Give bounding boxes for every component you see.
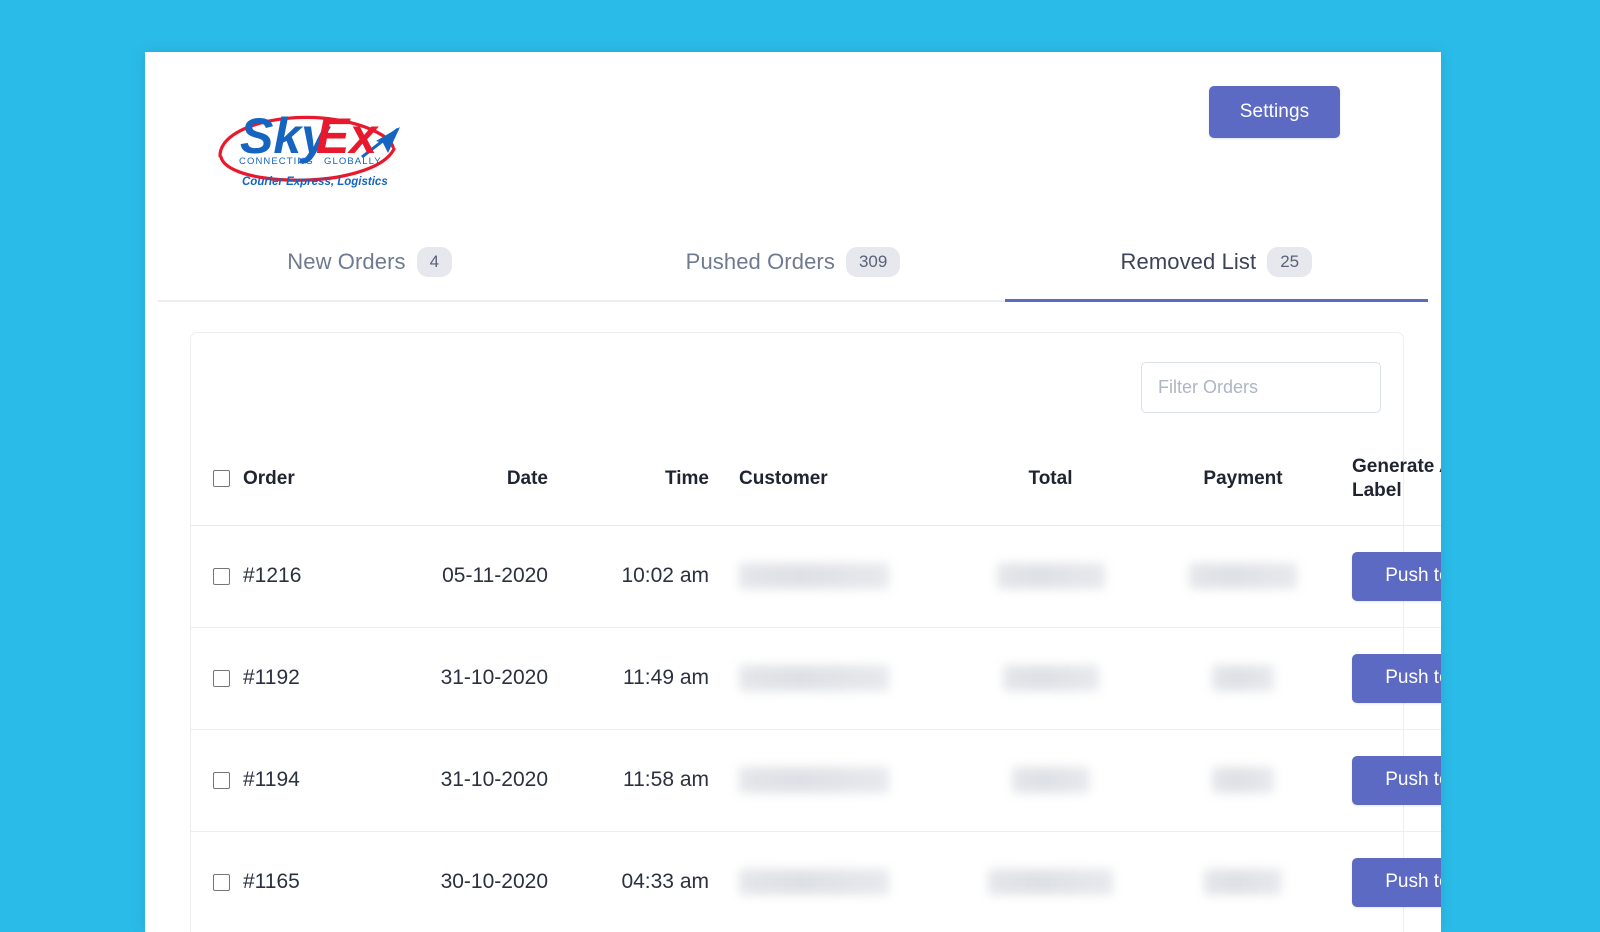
row-date: 31-10-2020 xyxy=(363,729,548,831)
row-total-redacted xyxy=(953,729,1148,831)
skyex-logo: Sky Ex CONNECTING GLOBALLY Courier Expre… xyxy=(212,81,404,193)
app-header: Sky Ex CONNECTING GLOBALLY Courier Expre… xyxy=(145,52,1441,230)
row-action-cell: Push to SkyEx xyxy=(1338,729,1441,831)
row-select-cell xyxy=(191,525,243,627)
row-order: #1216 xyxy=(243,525,363,627)
row-customer-redacted xyxy=(723,525,953,627)
tab-pushed-orders-label: Pushed Orders xyxy=(686,249,835,275)
tabs-bar: New Orders 4 Pushed Orders 309 Removed L… xyxy=(158,230,1428,302)
push-to-skyex-button[interactable]: Push to SkyEx xyxy=(1352,552,1441,601)
header-total: Total xyxy=(953,441,1148,525)
filter-row xyxy=(191,333,1403,441)
filter-orders-input[interactable] xyxy=(1141,362,1381,413)
redacted-bar xyxy=(1204,869,1282,895)
row-time: 10:02 am xyxy=(548,525,723,627)
row-checkbox[interactable] xyxy=(213,772,230,789)
row-checkbox[interactable] xyxy=(213,568,230,585)
table-row: #1165 30-10-2020 04:33 am Push to SkyEx xyxy=(191,831,1441,932)
logo-globally-text: GLOBALLY xyxy=(324,156,382,167)
logo-tagline-text: Courier Express, Logistics xyxy=(242,176,388,188)
redacted-bar xyxy=(739,665,889,691)
orders-table: Order Date Time Customer Total Payment G… xyxy=(191,441,1441,932)
row-select-cell xyxy=(191,729,243,831)
table-row: #1192 31-10-2020 11:49 am Push to SkyEx xyxy=(191,627,1441,729)
tab-new-orders-label: New Orders xyxy=(287,249,405,275)
row-select-cell xyxy=(191,627,243,729)
tab-removed-list-label: Removed List xyxy=(1121,249,1257,275)
row-total-redacted xyxy=(953,831,1148,932)
push-to-skyex-button[interactable]: Push to SkyEx xyxy=(1352,858,1441,907)
redacted-bar xyxy=(739,767,889,793)
select-all-checkbox[interactable] xyxy=(213,470,230,487)
table-row: #1216 05-11-2020 10:02 am Push to SkyEx xyxy=(191,525,1441,627)
table-row: #1194 31-10-2020 11:58 am Push to SkyEx xyxy=(191,729,1441,831)
tab-removed-list-badge: 25 xyxy=(1267,247,1312,276)
row-action-cell: Push to SkyEx xyxy=(1338,627,1441,729)
row-date: 05-11-2020 xyxy=(363,525,548,627)
row-date: 30-10-2020 xyxy=(363,831,548,932)
settings-button[interactable]: Settings xyxy=(1209,86,1340,138)
row-customer-redacted xyxy=(723,729,953,831)
row-time: 11:49 am xyxy=(548,627,723,729)
row-payment-redacted xyxy=(1148,627,1338,729)
redacted-bar xyxy=(1212,767,1274,793)
push-to-skyex-button[interactable]: Push to SkyEx xyxy=(1352,654,1441,703)
row-customer-redacted xyxy=(723,627,953,729)
redacted-bar xyxy=(988,869,1113,895)
orders-panel: Order Date Time Customer Total Payment G… xyxy=(190,332,1404,932)
redacted-bar xyxy=(739,563,889,589)
redacted-bar xyxy=(1012,767,1090,793)
tab-removed-list[interactable]: Removed List 25 xyxy=(1005,230,1428,300)
header-order: Order xyxy=(243,441,363,525)
redacted-bar xyxy=(1212,665,1274,691)
app-card: Sky Ex CONNECTING GLOBALLY Courier Expre… xyxy=(145,52,1441,932)
row-payment-redacted xyxy=(1148,525,1338,627)
redacted-bar xyxy=(739,869,889,895)
orders-table-body: #1216 05-11-2020 10:02 am Push to SkyEx xyxy=(191,525,1441,932)
row-time: 11:58 am xyxy=(548,729,723,831)
redacted-bar xyxy=(997,563,1105,589)
row-time: 04:33 am xyxy=(548,831,723,932)
redacted-bar xyxy=(1189,563,1297,589)
orders-table-head: Order Date Time Customer Total Payment G… xyxy=(191,441,1441,525)
row-select-cell xyxy=(191,831,243,932)
tab-new-orders[interactable]: New Orders 4 xyxy=(158,230,581,300)
header-payment: Payment xyxy=(1148,441,1338,525)
row-order: #1165 xyxy=(243,831,363,932)
row-date: 31-10-2020 xyxy=(363,627,548,729)
row-checkbox[interactable] xyxy=(213,874,230,891)
row-customer-redacted xyxy=(723,831,953,932)
header-customer: Customer xyxy=(723,441,953,525)
table-header-row: Order Date Time Customer Total Payment G… xyxy=(191,441,1441,525)
row-total-redacted xyxy=(953,525,1148,627)
push-to-skyex-button[interactable]: Push to SkyEx xyxy=(1352,756,1441,805)
row-action-cell: Push to SkyEx xyxy=(1338,525,1441,627)
select-all-header xyxy=(191,441,243,525)
tab-new-orders-badge: 4 xyxy=(417,247,452,276)
row-payment-redacted xyxy=(1148,831,1338,932)
row-order: #1192 xyxy=(243,627,363,729)
row-checkbox[interactable] xyxy=(213,670,230,687)
row-payment-redacted xyxy=(1148,729,1338,831)
header-time: Time xyxy=(548,441,723,525)
header-generate-awb-label: Generate AWB & Label xyxy=(1338,441,1441,525)
tab-pushed-orders-badge: 309 xyxy=(846,247,900,276)
row-action-cell: Push to SkyEx xyxy=(1338,831,1441,932)
redacted-bar xyxy=(1003,665,1099,691)
skyex-logo-svg: Sky Ex CONNECTING GLOBALLY Courier Expre… xyxy=(212,81,404,193)
row-total-redacted xyxy=(953,627,1148,729)
logo-connecting-text: CONNECTING xyxy=(239,156,314,167)
header-date: Date xyxy=(363,441,548,525)
row-order: #1194 xyxy=(243,729,363,831)
tab-pushed-orders[interactable]: Pushed Orders 309 xyxy=(581,230,1004,300)
